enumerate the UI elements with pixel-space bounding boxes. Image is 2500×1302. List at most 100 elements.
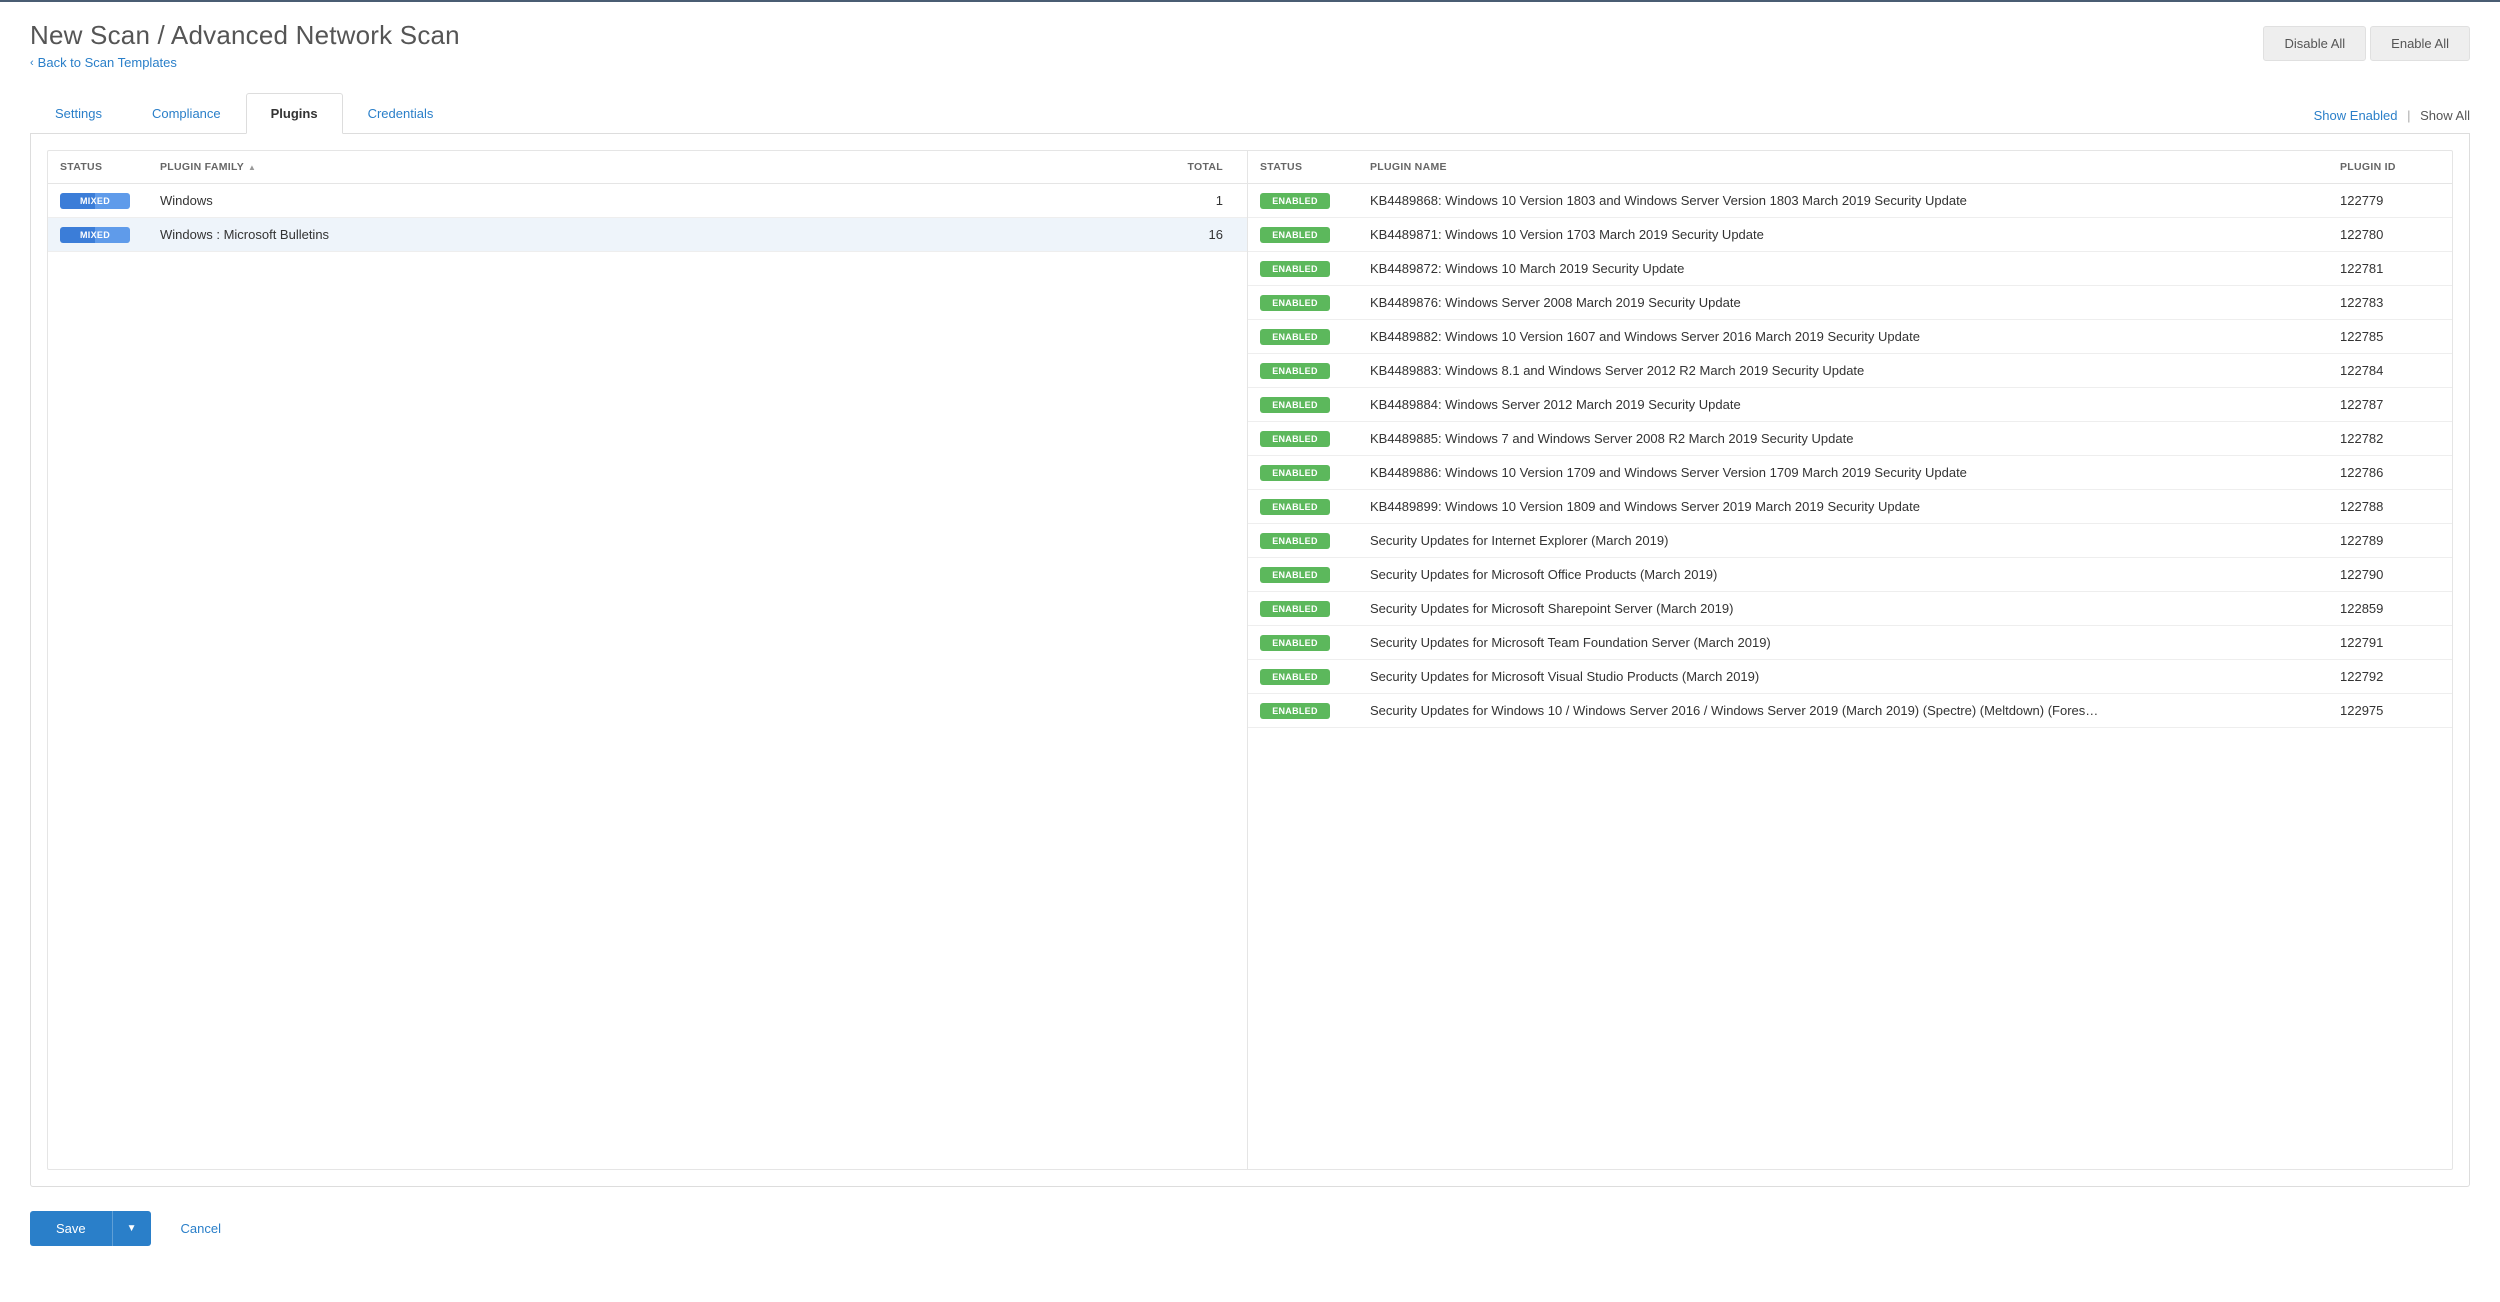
save-dropdown-toggle[interactable]: ▼ [112, 1211, 151, 1246]
status-badge[interactable]: ENABLED [1260, 533, 1330, 549]
plugin-id: 122784 [2340, 363, 2440, 378]
th-plugin-name[interactable]: PLUGIN NAME [1370, 161, 2340, 173]
enable-all-button[interactable]: Enable All [2370, 26, 2470, 61]
tab-settings[interactable]: Settings [30, 93, 127, 134]
plugin-row[interactable]: ENABLED Security Updates for Microsoft Of… [1248, 558, 2452, 592]
plugin-name: KB4489884: Windows Server 2012 March 201… [1370, 397, 2340, 412]
status-badge[interactable]: ENABLED [1260, 703, 1330, 719]
plugin-name: Security Updates for Microsoft Team Foun… [1370, 635, 2340, 650]
separator: | [2407, 108, 2410, 123]
status-badge[interactable]: ENABLED [1260, 567, 1330, 583]
plugin-row[interactable]: ENABLED KB4489871: Windows 10 Version 170… [1248, 218, 2452, 252]
plugin-row[interactable]: ENABLED KB4489882: Windows 10 Version 160… [1248, 320, 2452, 354]
plugin-row[interactable]: ENABLED KB4489899: Windows 10 Version 180… [1248, 490, 2452, 524]
plugin-name: KB4489872: Windows 10 March 2019 Securit… [1370, 261, 2340, 276]
status-badge[interactable]: ENABLED [1260, 499, 1330, 515]
caret-down-icon: ▼ [127, 1223, 137, 1234]
sort-asc-icon: ▲ [248, 163, 256, 172]
status-badge[interactable]: ENABLED [1260, 431, 1330, 447]
plugin-name: Security Updates for Internet Explorer (… [1370, 533, 2340, 548]
status-badge[interactable]: ENABLED [1260, 669, 1330, 685]
save-button[interactable]: Save [30, 1211, 112, 1246]
plugin-name: Security Updates for Windows 10 / Window… [1370, 703, 2340, 718]
plugin-row[interactable]: ENABLED KB4489885: Windows 7 and Windows … [1248, 422, 2452, 456]
status-badge[interactable]: ENABLED [1260, 465, 1330, 481]
plugin-id: 122791 [2340, 635, 2440, 650]
cancel-link[interactable]: Cancel [181, 1221, 221, 1236]
status-badge[interactable]: ENABLED [1260, 261, 1330, 277]
tabs: Settings Compliance Plugins Credentials [30, 92, 458, 133]
family-total: 1 [1155, 193, 1235, 208]
family-name: Windows : Microsoft Bulletins [160, 227, 1155, 242]
status-badge[interactable]: ENABLED [1260, 397, 1330, 413]
show-all-link[interactable]: Show All [2420, 108, 2470, 123]
family-name: Windows [160, 193, 1155, 208]
tab-compliance[interactable]: Compliance [127, 93, 246, 134]
plugin-row[interactable]: ENABLED KB4489868: Windows 10 Version 180… [1248, 184, 2452, 218]
status-badge[interactable]: ENABLED [1260, 193, 1330, 209]
th-plugin-family[interactable]: PLUGIN FAMILY ▲ [160, 161, 1155, 173]
status-badge[interactable]: ENABLED [1260, 227, 1330, 243]
plugin-row[interactable]: ENABLED KB4489876: Windows Server 2008 Ma… [1248, 286, 2452, 320]
plugin-id: 122789 [2340, 533, 2440, 548]
plugin-name: KB4489868: Windows 10 Version 1803 and W… [1370, 193, 2340, 208]
status-badge[interactable]: ENABLED [1260, 601, 1330, 617]
plugin-row[interactable]: ENABLED KB4489886: Windows 10 Version 170… [1248, 456, 2452, 490]
plugin-row[interactable]: ENABLED KB4489872: Windows 10 March 2019 … [1248, 252, 2452, 286]
tab-credentials[interactable]: Credentials [343, 93, 459, 134]
plugin-name: KB4489876: Windows Server 2008 March 201… [1370, 295, 2340, 310]
plugin-id: 122788 [2340, 499, 2440, 514]
plugin-name: Security Updates for Microsoft Office Pr… [1370, 567, 2340, 582]
back-link-label: Back to Scan Templates [38, 55, 177, 70]
status-badge[interactable]: ENABLED [1260, 329, 1330, 345]
show-enabled-link[interactable]: Show Enabled [2314, 108, 2398, 123]
plugin-row[interactable]: ENABLED Security Updates for Microsoft Sh… [1248, 592, 2452, 626]
plugin-name: KB4489899: Windows 10 Version 1809 and W… [1370, 499, 2340, 514]
plugin-name: KB4489882: Windows 10 Version 1607 and W… [1370, 329, 2340, 344]
status-badge[interactable]: ENABLED [1260, 635, 1330, 651]
plugin-name: Security Updates for Microsoft Sharepoin… [1370, 601, 2340, 616]
filter-links: Show Enabled | Show All [2314, 108, 2470, 133]
plugin-row[interactable]: ENABLED Security Updates for Internet Exp… [1248, 524, 2452, 558]
plugin-row[interactable]: ENABLED KB4489883: Windows 8.1 and Window… [1248, 354, 2452, 388]
plugin-row[interactable]: ENABLED Security Updates for Microsoft Vi… [1248, 660, 2452, 694]
back-link[interactable]: ‹ Back to Scan Templates [30, 55, 177, 70]
plugin-id: 122786 [2340, 465, 2440, 480]
plugin-id: 122779 [2340, 193, 2440, 208]
plugin-id: 122780 [2340, 227, 2440, 242]
plugin-id: 122975 [2340, 703, 2440, 718]
plugin-name: KB4489871: Windows 10 Version 1703 March… [1370, 227, 2340, 242]
th-status[interactable]: STATUS [1260, 161, 1370, 173]
plugin-row[interactable]: ENABLED KB4489884: Windows Server 2012 Ma… [1248, 388, 2452, 422]
th-total[interactable]: TOTAL [1155, 161, 1235, 173]
tab-plugins[interactable]: Plugins [246, 93, 343, 134]
disable-all-button[interactable]: Disable All [2263, 26, 2366, 61]
plugin-name: KB4489885: Windows 7 and Windows Server … [1370, 431, 2340, 446]
page-title: New Scan / Advanced Network Scan [30, 20, 460, 51]
plugin-id: 122792 [2340, 669, 2440, 684]
plugin-id: 122859 [2340, 601, 2440, 616]
chevron-left-icon: ‹ [30, 57, 34, 69]
th-plugin-id[interactable]: PLUGIN ID [2340, 161, 2440, 173]
status-badge[interactable]: MIXED [60, 193, 130, 209]
status-badge[interactable]: ENABLED [1260, 295, 1330, 311]
status-badge[interactable]: ENABLED [1260, 363, 1330, 379]
plugin-row[interactable]: ENABLED Security Updates for Microsoft Te… [1248, 626, 2452, 660]
plugin-id: 122783 [2340, 295, 2440, 310]
status-badge[interactable]: MIXED [60, 227, 130, 243]
family-total: 16 [1155, 227, 1235, 242]
plugin-id: 122790 [2340, 567, 2440, 582]
plugin-name: KB4489886: Windows 10 Version 1709 and W… [1370, 465, 2340, 480]
plugin-id: 122781 [2340, 261, 2440, 276]
plugins-table: STATUS PLUGIN NAME PLUGIN ID ENABLED KB44… [1248, 151, 2452, 1169]
family-row[interactable]: MIXED Windows1 [48, 184, 1247, 218]
plugin-name: KB4489883: Windows 8.1 and Windows Serve… [1370, 363, 2340, 378]
plugin-name: Security Updates for Microsoft Visual St… [1370, 669, 2340, 684]
save-button-group: Save ▼ [30, 1211, 151, 1246]
family-row[interactable]: MIXED Windows : Microsoft Bulletins16 [48, 218, 1247, 252]
plugin-id: 122787 [2340, 397, 2440, 412]
plugin-id: 122785 [2340, 329, 2440, 344]
plugin-id: 122782 [2340, 431, 2440, 446]
th-status[interactable]: STATUS [60, 161, 160, 173]
plugin-row[interactable]: ENABLED Security Updates for Windows 10 /… [1248, 694, 2452, 728]
